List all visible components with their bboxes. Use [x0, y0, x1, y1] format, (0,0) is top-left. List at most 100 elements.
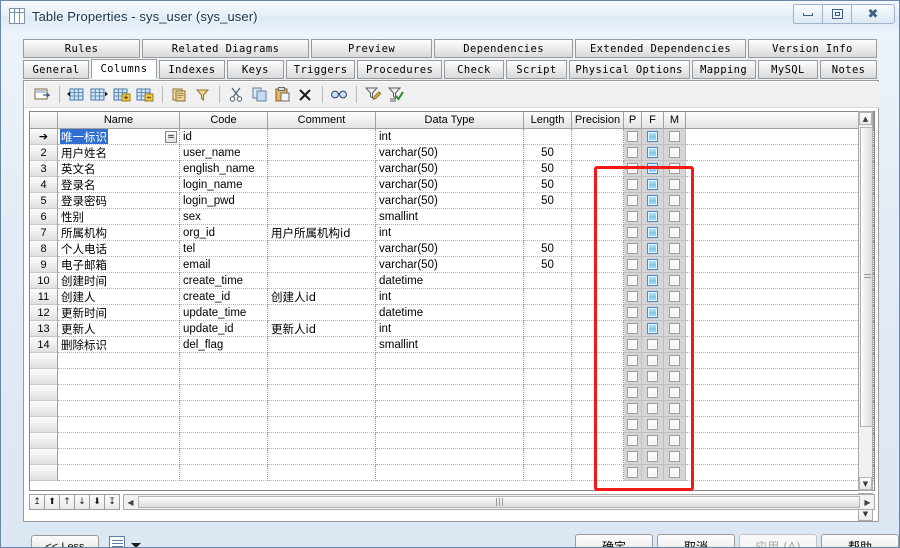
- checkbox-unchecked[interactable]: [669, 419, 680, 430]
- close-button[interactable]: ✖: [851, 4, 895, 24]
- cell-foreign-key[interactable]: [642, 385, 664, 401]
- table-row[interactable]: 14 删除标识 del_flag smallint: [30, 337, 874, 353]
- row-header[interactable]: [30, 401, 58, 417]
- last-row-button[interactable]: ↧: [104, 494, 120, 510]
- checkbox-unchecked[interactable]: [669, 211, 680, 222]
- column-header-rowno[interactable]: [30, 112, 58, 128]
- cell-comment[interactable]: [268, 273, 376, 289]
- cell-comment[interactable]: [268, 209, 376, 225]
- cell-length[interactable]: 50: [524, 257, 572, 273]
- cell-foreign-key[interactable]: [642, 257, 664, 273]
- row-header[interactable]: ➔: [30, 129, 58, 145]
- cell-empty[interactable]: [524, 465, 572, 481]
- checkbox-unchecked[interactable]: [627, 419, 638, 430]
- row-header[interactable]: 13: [30, 321, 58, 337]
- cell-comment[interactable]: 更新人id: [268, 321, 376, 337]
- checkbox-unchecked[interactable]: [627, 291, 638, 302]
- checkbox-unchecked[interactable]: [627, 259, 638, 270]
- grid-vertical-scrollbar[interactable]: ▲ ▼: [858, 111, 873, 491]
- table-row[interactable]: 5 登录密码 login_pwd varchar(50) 50: [30, 193, 874, 209]
- minimize-button[interactable]: [793, 4, 823, 24]
- checkbox-unchecked[interactable]: [627, 179, 638, 190]
- cell-precision[interactable]: [572, 257, 624, 273]
- checkbox-checked[interactable]: [647, 307, 658, 318]
- cell-empty[interactable]: [58, 401, 180, 417]
- cell-mandatory[interactable]: [664, 337, 686, 353]
- cell-primary-key[interactable]: [624, 241, 642, 257]
- checkbox-checked[interactable]: [647, 275, 658, 286]
- cell-comment[interactable]: [268, 161, 376, 177]
- checkbox-checked[interactable]: [647, 179, 658, 190]
- table-row[interactable]: 3 英文名 english_name varchar(50) 50: [30, 161, 874, 177]
- cell-foreign-key[interactable]: [642, 337, 664, 353]
- cell-code[interactable]: update_time: [180, 305, 268, 321]
- horizontal-scroll-thumb[interactable]: [138, 496, 860, 508]
- cell-empty[interactable]: [268, 449, 376, 465]
- cell-empty[interactable]: [524, 417, 572, 433]
- cell-primary-key[interactable]: [624, 305, 642, 321]
- cell-mandatory[interactable]: [664, 257, 686, 273]
- grid-body[interactable]: ➔ 唯一标识 = id int 2 用户姓名 user_name varchar(50) 50 3 英…: [30, 129, 874, 490]
- checkbox-unchecked[interactable]: [669, 371, 680, 382]
- cell-empty[interactable]: [180, 385, 268, 401]
- cell-mandatory[interactable]: [664, 129, 686, 145]
- cell-empty[interactable]: [572, 433, 624, 449]
- cell-foreign-key[interactable]: [642, 353, 664, 369]
- cell-primary-key[interactable]: [624, 353, 642, 369]
- cell-mandatory[interactable]: [664, 433, 686, 449]
- vertical-scroll-thumb[interactable]: [860, 127, 873, 427]
- cell-empty[interactable]: [524, 449, 572, 465]
- checkbox-unchecked[interactable]: [669, 259, 680, 270]
- cell-foreign-key[interactable]: [642, 193, 664, 209]
- row-header[interactable]: 4: [30, 177, 58, 193]
- cell-datatype[interactable]: varchar(50): [376, 161, 524, 177]
- column-header-datatype[interactable]: Data Type: [376, 112, 524, 128]
- checkbox-unchecked[interactable]: [647, 387, 658, 398]
- first-row-button[interactable]: ↥: [29, 494, 45, 510]
- cell-datatype[interactable]: datetime: [376, 305, 524, 321]
- cell-code[interactable]: login_pwd: [180, 193, 268, 209]
- filter-icon[interactable]: [191, 84, 213, 106]
- cell-primary-key[interactable]: [624, 145, 642, 161]
- cell-code[interactable]: user_name: [180, 145, 268, 161]
- cell-comment[interactable]: 用户所属机构id: [268, 225, 376, 241]
- cell-name[interactable]: 创建人: [58, 289, 180, 305]
- checkbox-checked[interactable]: [647, 227, 658, 238]
- table-row-empty[interactable]: [30, 369, 874, 385]
- cell-code[interactable]: update_id: [180, 321, 268, 337]
- cell-length[interactable]: 50: [524, 177, 572, 193]
- cell-code[interactable]: email: [180, 257, 268, 273]
- cell-mandatory[interactable]: [664, 241, 686, 257]
- cell-empty[interactable]: [268, 401, 376, 417]
- cell-primary-key[interactable]: [624, 385, 642, 401]
- cell-datatype[interactable]: smallint: [376, 209, 524, 225]
- checkbox-unchecked[interactable]: [627, 147, 638, 158]
- tab-mapping[interactable]: Mapping: [691, 60, 756, 79]
- cell-name[interactable]: 登录密码: [58, 193, 180, 209]
- row-header[interactable]: [30, 369, 58, 385]
- cell-precision[interactable]: [572, 305, 624, 321]
- cell-primary-key[interactable]: [624, 465, 642, 481]
- cell-length[interactable]: [524, 209, 572, 225]
- copy-icon[interactable]: [248, 84, 270, 106]
- cell-precision[interactable]: [572, 241, 624, 257]
- cell-foreign-key[interactable]: [642, 241, 664, 257]
- cell-length[interactable]: [524, 321, 572, 337]
- table-row[interactable]: 10 创建时间 create_time datetime: [30, 273, 874, 289]
- cancel-button[interactable]: 取消: [657, 534, 735, 547]
- checkbox-checked[interactable]: [647, 163, 658, 174]
- cell-empty[interactable]: [376, 385, 524, 401]
- cell-length[interactable]: [524, 225, 572, 241]
- cell-empty[interactable]: [180, 353, 268, 369]
- table-row-empty[interactable]: [30, 385, 874, 401]
- cell-datatype[interactable]: int: [376, 321, 524, 337]
- cell-code[interactable]: create_id: [180, 289, 268, 305]
- tab-dependencies[interactable]: Dependencies: [434, 39, 574, 58]
- name-code-sync-button[interactable]: =: [165, 130, 177, 143]
- cell-length[interactable]: [524, 289, 572, 305]
- checkbox-checked[interactable]: [647, 147, 658, 158]
- checkbox-checked[interactable]: [647, 291, 658, 302]
- checkbox-unchecked[interactable]: [647, 355, 658, 366]
- checkbox-unchecked[interactable]: [647, 467, 658, 478]
- cell-foreign-key[interactable]: [642, 145, 664, 161]
